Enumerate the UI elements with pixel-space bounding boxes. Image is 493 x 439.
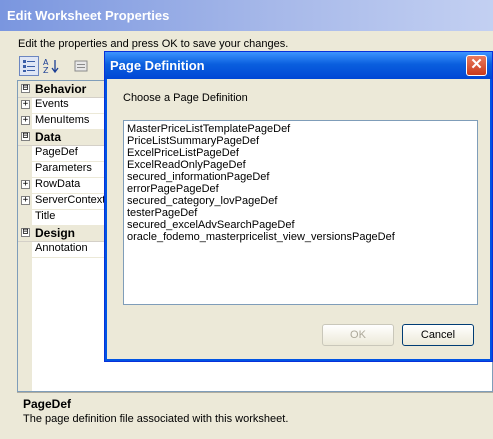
dialog-prompt: Choose a Page Definition — [123, 92, 248, 104]
page-definition-dialog: Page Definition ✕ Choose a Page Definiti… — [104, 51, 493, 362]
description-panel: PageDef The page definition file associa… — [17, 392, 493, 439]
dialog-title-text: Page Definition — [110, 58, 205, 73]
categorized-view-button[interactable] — [19, 56, 39, 76]
window-title: Edit Worksheet Properties — [0, 0, 493, 31]
property-label: Title — [35, 210, 56, 222]
collapse-icon[interactable]: ⊟ — [21, 132, 30, 141]
collapse-icon[interactable]: ⊟ — [21, 84, 30, 93]
dialog-title: Page Definition — [105, 52, 492, 79]
property-label: Events — [35, 98, 69, 110]
list-item[interactable]: errorPagePageDef — [127, 183, 474, 195]
property-label: PageDef — [35, 146, 78, 158]
sort-az-icon: A Z — [43, 58, 59, 75]
list-item[interactable]: PriceListSummaryPageDef — [127, 135, 474, 147]
list-item[interactable]: ExcelPriceListPageDef — [127, 147, 474, 159]
list-item[interactable]: ExcelReadOnlyPageDef — [127, 159, 474, 171]
collapse-icon[interactable]: ⊟ — [21, 228, 30, 237]
category-label: Data — [35, 130, 62, 144]
expand-icon[interactable]: + — [21, 116, 30, 125]
list-item[interactable]: oracle_fodemo_masterpricelist_view_versi… — [127, 231, 474, 243]
description-text: The page definition file associated with… — [23, 413, 289, 425]
list-item[interactable]: MasterPriceListTemplatePageDef — [127, 123, 474, 135]
categorized-icon — [23, 60, 35, 72]
description-title: PageDef — [23, 397, 72, 411]
list-item[interactable]: testerPageDef — [127, 207, 474, 219]
list-item[interactable]: secured_excelAdvSearchPageDef — [127, 219, 474, 231]
svg-text:Z: Z — [43, 66, 49, 75]
close-icon[interactable]: ✕ — [466, 55, 487, 76]
property-label: RowData — [35, 178, 81, 190]
property-label: Parameters — [35, 162, 92, 174]
property-label: MenuItems — [35, 114, 90, 126]
expand-icon[interactable]: + — [21, 196, 30, 205]
property-label: Annotation — [35, 242, 88, 254]
property-pages-icon — [74, 60, 88, 72]
instruction-text: Edit the properties and press OK to save… — [18, 38, 289, 50]
category-label: Design — [35, 226, 76, 240]
list-item[interactable]: secured_informationPageDef — [127, 171, 474, 183]
expand-icon[interactable]: + — [21, 180, 30, 189]
list-item[interactable]: secured_category_lovPageDef — [127, 195, 474, 207]
page-definition-list[interactable]: MasterPriceListTemplatePageDef PriceListS… — [123, 120, 478, 305]
ok-button[interactable]: OK — [322, 324, 394, 346]
expand-icon[interactable]: + — [21, 100, 30, 109]
property-pages-button[interactable] — [71, 56, 91, 76]
property-label: ServerContext — [35, 194, 106, 206]
alphabetical-view-button[interactable]: A Z — [41, 56, 61, 76]
cancel-button[interactable]: Cancel — [402, 324, 474, 346]
category-label: Behavior — [35, 82, 87, 96]
